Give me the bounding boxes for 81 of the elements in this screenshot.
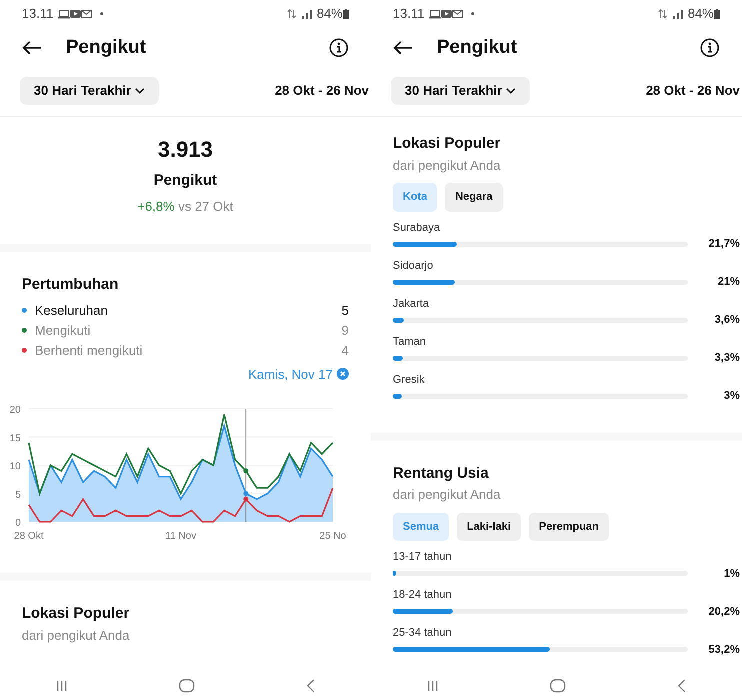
- follower-label: Pengikut: [152, 171, 218, 191]
- row-percent: 3,3%: [714, 351, 740, 366]
- video-icon: [70, 10, 81, 18]
- dot-icon: [100, 12, 104, 16]
- battery-level: 84%: [316, 5, 343, 24]
- date-range-dropdown[interactable]: 30 Hari Terakhir: [391, 77, 530, 105]
- follower-count: 3.913: [156, 136, 214, 164]
- y-tick-label: 5: [15, 490, 21, 501]
- network-icon: [286, 9, 297, 19]
- network-icon: [658, 9, 668, 19]
- mail-icon: [452, 10, 463, 18]
- x-tick-label: 25 No: [320, 531, 346, 542]
- y-tick-label: 20: [10, 405, 21, 416]
- recent-apps-icon[interactable]: [426, 680, 439, 692]
- battery-icon: [714, 9, 720, 19]
- chevron-down-icon: [135, 88, 146, 94]
- date-range: 28 Okt - 26 Nov: [646, 82, 740, 100]
- signal-icon: [300, 9, 313, 19]
- row-percent: 21%: [716, 275, 740, 290]
- home-icon[interactable]: [550, 679, 566, 693]
- status-time: 13.11: [22, 5, 54, 24]
- info-button[interactable]: [329, 36, 349, 60]
- battery-icon: [343, 9, 349, 19]
- legend-label: Keseluruhan: [35, 302, 109, 320]
- row-label: Taman: [393, 334, 428, 350]
- section-title: Rentang Usia: [393, 464, 490, 484]
- date-range: 28 Okt - 26 Nov: [275, 82, 369, 100]
- filter-tab[interactable]: Perempuan: [529, 512, 610, 541]
- legend-label: Berhenti mengikuti: [35, 342, 144, 360]
- laptop-icon: [428, 10, 441, 18]
- laptop-icon: [58, 10, 70, 18]
- filter-tab[interactable]: Negara: [445, 183, 503, 212]
- recent-apps-icon[interactable]: [56, 680, 68, 692]
- x-tick-label: 11 Nov: [166, 531, 196, 542]
- row-label: 18-24 tahun: [393, 588, 453, 603]
- signal-icon: [672, 9, 684, 19]
- compare-text: vs 27 Okt: [178, 198, 234, 214]
- chevron-down-icon: [506, 88, 516, 94]
- page-title: Pengikut: [437, 36, 518, 60]
- row-label: Sidoarjo: [393, 258, 434, 274]
- dot-icon: [470, 12, 475, 16]
- section-title: Lokasi Populer: [22, 604, 131, 624]
- close-icon[interactable]: [337, 368, 349, 380]
- section-title: Lokasi Populer: [393, 134, 502, 154]
- section-title: Pertumbuhan: [22, 275, 120, 295]
- row-label: 25-34 tahun: [393, 626, 453, 641]
- row-percent: 21,7%: [708, 237, 740, 252]
- back-icon[interactable]: [678, 679, 686, 693]
- selected-date: Kamis, Nov 17: [248, 366, 333, 384]
- filter-tab[interactable]: Laki-laki: [457, 512, 522, 541]
- x-tick-label: 28 Okt: [14, 531, 44, 542]
- y-tick-label: 10: [10, 462, 21, 472]
- y-tick-label: 15: [10, 433, 21, 444]
- change-percent: +6,8%: [138, 198, 175, 214]
- mail-icon: [80, 10, 92, 18]
- status-time: 13.11: [393, 5, 425, 24]
- point-marker: [244, 468, 249, 474]
- row-percent: 20,2%: [708, 604, 740, 620]
- row-label: Surabaya: [393, 220, 442, 236]
- page-title: Pengikut: [66, 36, 148, 60]
- row-label: Gresik: [393, 372, 426, 388]
- section-subtitle: dari pengikut Anda: [22, 626, 131, 645]
- date-range-dropdown[interactable]: 30 Hari Terakhir: [20, 77, 160, 105]
- info-button[interactable]: [700, 36, 720, 60]
- video-icon: [440, 10, 452, 18]
- back-icon[interactable]: [307, 679, 316, 693]
- section-subtitle: dari pengikut Anda: [393, 156, 502, 175]
- legend-value: 5: [342, 302, 349, 320]
- legend-value: 9: [342, 322, 349, 340]
- legend-label: Mengikuti: [35, 322, 92, 340]
- battery-level: 84%: [688, 5, 714, 24]
- y-tick-label: 0: [15, 518, 21, 529]
- row-label: Jakarta: [393, 296, 430, 312]
- row-percent: 1%: [723, 566, 740, 582]
- section-subtitle: dari pengikut Anda: [393, 486, 502, 504]
- row-percent: 3%: [723, 389, 740, 404]
- row-label: 13-17 tahun: [393, 550, 453, 565]
- home-icon[interactable]: [179, 679, 196, 693]
- row-percent: 53,2%: [708, 642, 740, 658]
- row-percent: 3,6%: [714, 313, 740, 328]
- legend-value: 4: [342, 342, 349, 360]
